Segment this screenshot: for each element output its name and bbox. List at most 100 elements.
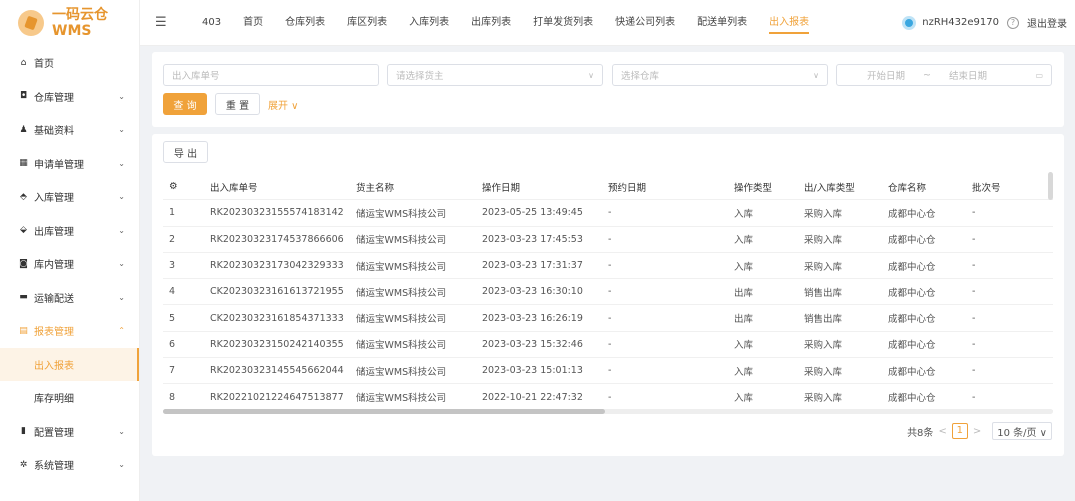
chevron-icon: ⌄: [118, 125, 125, 135]
help-icon[interactable]: ?: [1007, 16, 1019, 29]
tab-0[interactable]: 403: [191, 0, 232, 46]
table-cell: 2023-03-23 17:31:37: [482, 260, 583, 272]
sidebar-item-settings[interactable]: ✲ 系统管理 ⌄: [0, 448, 139, 482]
table-row[interactable]: 5 CK20230323161854371333 储运宝WMS科技公司 2023-03…: [163, 306, 1053, 332]
expand-link[interactable]: 展开 ∨: [268, 97, 299, 112]
prev-page-button[interactable]: <: [938, 426, 946, 437]
sidebar-subitem-stock-detail[interactable]: 库存明细: [0, 381, 139, 415]
reset-button[interactable]: 重 置: [215, 93, 260, 115]
filter-panel: 出入库单号 请选择货主 ∨ 选择仓库 ∨ 开始日期 ~ 结束日期 ▭ 查 询 重…: [152, 52, 1064, 127]
chevron-icon: ⌄: [118, 460, 125, 470]
table-cell: 销售出库: [804, 287, 843, 299]
table-row[interactable]: 6 RK20230323150242140355 储运宝WMS科技公司 2023-03…: [163, 332, 1053, 359]
sidebar-item-report[interactable]: ▤ 报表管理 ⌃: [0, 314, 139, 348]
date-range-picker[interactable]: 开始日期 ~ 结束日期 ▭: [836, 64, 1052, 86]
logout-link[interactable]: 退出登录: [1027, 15, 1067, 30]
sidebar-item-inventory[interactable]: ◙ 库内管理 ⌄: [0, 247, 139, 281]
page-number[interactable]: 1: [951, 423, 968, 439]
tab-8[interactable]: 配送单列表: [686, 0, 758, 46]
export-button[interactable]: 导 出: [163, 141, 208, 163]
table-panel: 导 出 ⚙ 出入库单号 货主名称 操作日期 预约日期 操作类型 出/入库类型 仓库名称 批次号…: [152, 134, 1064, 456]
chevron-icon: ⌄: [118, 426, 125, 436]
inventory-icon: ◙: [19, 258, 28, 269]
column-settings-icon[interactable]: ⚙: [163, 181, 210, 192]
chevron-icon: ⌄: [118, 192, 125, 202]
tab-1[interactable]: 首页: [232, 0, 274, 46]
table-cell: 储运宝WMS科技公司: [356, 261, 447, 273]
sidebar-item-outbound[interactable]: ⬙ 出库管理 ⌄: [0, 214, 139, 248]
table-cell: RK20221021224647513877: [210, 391, 344, 403]
table-row[interactable]: 4 CK20230323161613721955 储运宝WMS科技公司 2023-03…: [163, 279, 1053, 306]
table-cell: 5: [169, 312, 176, 324]
table-row[interactable]: 2 RK20230323174537866606 储运宝WMS科技公司 2023-03…: [163, 227, 1053, 253]
table-cell: RK20230323174537866606: [210, 233, 344, 245]
tab-4[interactable]: 入库列表: [398, 0, 460, 46]
horizontal-scrollbar-thumb[interactable]: [163, 409, 605, 414]
logo[interactable]: 一码云仓 WMS: [0, 0, 139, 46]
end-date-placeholder: 结束日期: [948, 71, 987, 82]
sidebar-item-home[interactable]: ⌂ 首页: [0, 46, 139, 80]
tab-5[interactable]: 出库列表: [460, 0, 522, 46]
table-cell: 采购入库: [804, 235, 843, 247]
column-header: 批次号: [972, 182, 1001, 194]
table-cell: 储运宝WMS科技公司: [356, 340, 447, 352]
table-cell: 出库: [734, 314, 754, 326]
sidebar-item-truck[interactable]: ▬ 运输配送 ⌄: [0, 281, 139, 315]
menu-collapse-icon[interactable]: ☰: [155, 15, 181, 30]
sidebar-item-user[interactable]: ♟ 基础资料 ⌄: [0, 113, 139, 147]
column-header: 预约日期: [608, 182, 647, 194]
tab-6[interactable]: 打单发货列表: [522, 0, 604, 46]
sidebar-item-inbound[interactable]: ⬘ 入库管理 ⌄: [0, 180, 139, 214]
tab-9[interactable]: 出入报表: [758, 0, 820, 46]
next-page-button[interactable]: >: [973, 426, 981, 437]
table-cell: 8: [169, 391, 176, 403]
vertical-scrollbar[interactable]: [1048, 172, 1053, 200]
owner-select[interactable]: 请选择货主 ∨: [387, 64, 603, 86]
inbound-icon: ⬘: [20, 191, 27, 202]
sidebar-item-label: 首页: [34, 59, 54, 71]
table-cell: -: [972, 365, 976, 377]
horizontal-scrollbar[interactable]: [163, 409, 1053, 414]
tab-7[interactable]: 快递公司列表: [604, 0, 686, 46]
table-row[interactable]: 7 RK20230323145545662044 储运宝WMS科技公司 2023-03…: [163, 358, 1053, 385]
order-no-input[interactable]: 出入库单号: [163, 64, 379, 86]
warehouse-icon: ◘: [19, 91, 28, 102]
table-header: ⚙ 出入库单号 货主名称 操作日期 预约日期 操作类型 出/入库类型 仓库名称 批次号: [163, 174, 1053, 201]
warehouse-select[interactable]: 选择仓库 ∨: [612, 64, 828, 86]
table-cell: -: [608, 391, 612, 403]
sidebar-item-form[interactable]: ▦ 申请单管理 ⌄: [0, 147, 139, 181]
table-cell: CK20230323161854371333: [210, 312, 344, 324]
table-cell: 成都中心仓: [888, 393, 936, 405]
table-cell: -: [608, 312, 612, 324]
tab-2[interactable]: 仓库列表: [274, 0, 336, 46]
avatar[interactable]: [902, 15, 917, 30]
page-size-select[interactable]: 10 条/页 ∨: [992, 422, 1052, 440]
username[interactable]: nzRH432e9170: [922, 17, 999, 28]
table-cell: -: [972, 286, 976, 298]
chevron-icon: ⌄: [118, 91, 125, 101]
column-header: 操作类型: [734, 182, 773, 194]
sidebar-item-warehouse[interactable]: ◘ 仓库管理 ⌄: [0, 80, 139, 114]
sidebar-subitem-io-report[interactable]: 出入报表: [0, 347, 139, 381]
table-cell: 1: [169, 207, 176, 219]
table-cell: 入库: [734, 340, 754, 352]
table-cell: RK20230323155574183142: [210, 207, 344, 219]
table-row[interactable]: 3 RK20230323173042329333 储运宝WMS科技公司 2023-03…: [163, 253, 1053, 280]
table-cell: 采购入库: [804, 393, 843, 405]
table-cell: RK20230323150242140355: [210, 338, 344, 350]
search-button[interactable]: 查 询: [163, 93, 207, 115]
table-cell: -: [972, 207, 976, 219]
owner-placeholder: 请选择货主: [396, 71, 444, 82]
table-row[interactable]: 1 RK20230323155574183142 储运宝WMS科技公司 2023-05…: [163, 200, 1053, 227]
date-separator: ~: [923, 69, 931, 81]
table-cell: 入库: [734, 366, 754, 378]
table-row[interactable]: 8 RK20221021224647513877 储运宝WMS科技公司 2022-10…: [163, 384, 1053, 411]
table-cell: 入库: [734, 235, 754, 247]
table-cell: CK20230323161613721955: [210, 286, 344, 298]
chevron-icon: ⌄: [118, 259, 125, 269]
tab-3[interactable]: 库区列表: [336, 0, 398, 46]
table-cell: -: [972, 312, 976, 324]
table-cell: 采购入库: [804, 208, 843, 220]
table-cell: 2023-03-23 16:26:19: [482, 312, 583, 324]
sidebar-item-config[interactable]: ▮ 配置管理 ⌄: [0, 415, 139, 449]
